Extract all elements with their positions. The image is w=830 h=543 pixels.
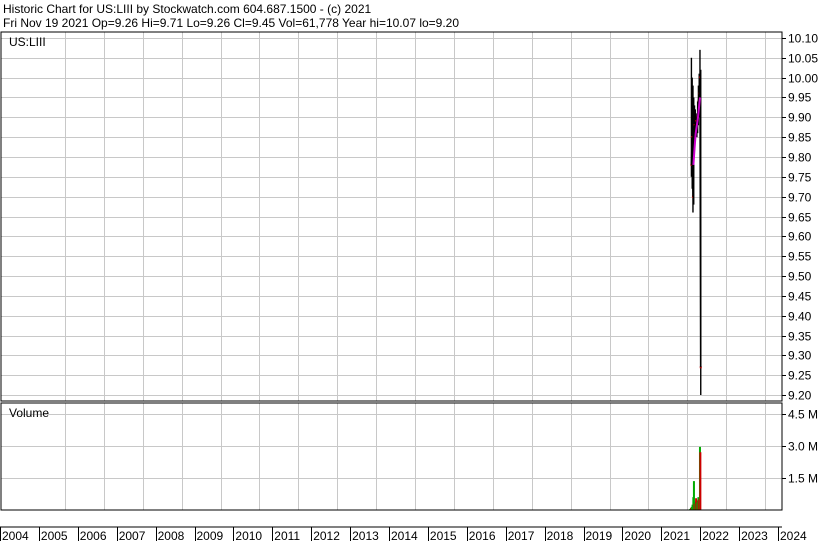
x-tick-label: 2009: [197, 529, 224, 543]
volume-tick-label: 1.5 M: [788, 472, 818, 486]
price-tick-label: 9.90: [788, 111, 812, 125]
volume-panel-frame: [0, 402, 783, 511]
price-tick-label: 9.30: [788, 349, 812, 363]
x-tick-label: 2016: [469, 529, 496, 543]
price-axis-labels: 10.10 10.05 10.00 9.95 9.90 9.85 9.80 9.75 9.70 9…: [782, 32, 818, 403]
x-tick-label: 2015: [430, 529, 457, 543]
x-tick-label: 2022: [702, 529, 729, 543]
x-tick-label: 2019: [586, 529, 613, 543]
x-tick-label: 2005: [41, 529, 68, 543]
x-tick-label: 2021: [663, 529, 690, 543]
x-tick-label: 2010: [235, 529, 262, 543]
price-tick-label: 10.00: [788, 72, 818, 86]
price-tick-label: 10.05: [788, 52, 818, 66]
price-tick-label: 10.10: [788, 32, 818, 46]
price-tick-label: 9.55: [788, 250, 812, 264]
price-tick-label: 9.50: [788, 270, 812, 284]
price-tick-label: 9.85: [788, 131, 812, 145]
x-axis-labels: 2004 2005 2006 2007 2008 2009 2010 2011 2012 2013…: [0, 527, 807, 543]
price-tick-label: 9.45: [788, 290, 812, 304]
x-tick-label: 2007: [119, 529, 146, 543]
x-tick-label: 2020: [624, 529, 651, 543]
symbol-label: US:LIII: [9, 35, 46, 49]
x-tick-label: 2023: [741, 529, 768, 543]
x-tick-label: 2014: [391, 529, 418, 543]
x-tick-label: 2013: [352, 529, 379, 543]
x-tick-label: 2008: [158, 529, 185, 543]
volume-tick-label: 4.5 M: [788, 408, 818, 422]
price-tick-label: 9.60: [788, 230, 812, 244]
price-tick-label: 9.65: [788, 211, 812, 225]
volume-grid: [1, 403, 782, 510]
x-tick-label: 2011: [274, 529, 300, 543]
x-tick-label: 2004: [2, 529, 29, 543]
x-tick-label: 2006: [80, 529, 107, 543]
price-tick-label: 9.25: [788, 369, 812, 383]
x-tick-label: 2017: [508, 529, 535, 543]
price-panel-frame: [0, 31, 783, 402]
x-tick-label: 2024: [780, 529, 807, 543]
x-tick-label: 2018: [547, 529, 574, 543]
price-tick-label: 9.95: [788, 91, 812, 105]
price-tick-label: 9.40: [788, 310, 812, 324]
volume-tick-label: 3.0 M: [788, 440, 818, 454]
volume-axis-labels: 4.5 M 3.0 M 1.5 M: [782, 408, 818, 486]
price-tick-label: 9.80: [788, 151, 812, 165]
volume-label: Volume: [9, 406, 49, 420]
price-tick-label: 9.20: [788, 389, 812, 403]
price-tick-label: 9.70: [788, 191, 812, 205]
x-tick-label: 2012: [313, 529, 340, 543]
price-tick-label: 9.75: [788, 171, 812, 185]
chart-canvas: 2004 2005 2006 2007 2008 2009 2010 2011 2012 2013…: [0, 31, 818, 543]
price-grid: [1, 32, 782, 401]
price-tick-label: 9.35: [788, 330, 812, 344]
volume-bar: [699, 452, 702, 510]
